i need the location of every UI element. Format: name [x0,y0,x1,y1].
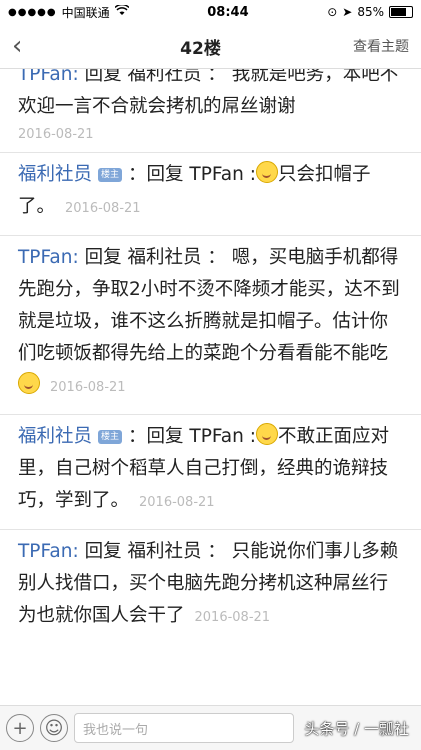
view-topic-button[interactable]: 查看主题 [329,36,409,56]
status-bar: ●●●●● 中国联通 08:44 ⊙ ➤ 85% [0,0,421,24]
smile-emoji-icon [18,372,40,394]
reply-item[interactable]: TPFan: 回复 福利社员 ： 我就是吧务，本吧不欢迎一言不合就会拷机的屌丝谢… [0,69,421,153]
reply-author[interactable]: TPFan: [18,69,79,85]
reply-author[interactable]: TPFan: [18,541,79,562]
status-time: 08:44 [207,4,249,20]
reply-date: 2016-08-21 [139,495,215,510]
emoji-button[interactable]: ☺ [40,714,68,742]
reply-item[interactable]: 福利社员 楼主 ：回复 TPFan : 不敢正面应对里，自己树个稻草人自己打倒，经典的… [0,415,421,530]
reply-date: 2016-08-21 [194,610,271,625]
smile-emoji-icon [256,161,278,183]
back-button[interactable]: ‹ [12,33,72,59]
reply-item[interactable]: TPFan: 回复 福利社员 ： 嗯，买电脑手机都得先跑分，争取2小时不烫不降频… [0,236,421,415]
wifi-icon [114,3,130,19]
reply-text: ：回复 TPFan : [128,164,256,185]
reply-text: ：回复 TPFan : [128,426,256,447]
reply-author[interactable]: 福利社员 [18,164,92,185]
op-badge: 楼主 [98,168,123,182]
reply-author[interactable]: 福利社员 [18,426,92,447]
reply-date: 2016-08-21 [65,201,141,216]
carrier-label: 中国联通 [61,5,110,20]
page-title: 42楼 [180,38,221,59]
orientation-lock-icon: ⊙ [327,5,338,19]
reply-date: 2016-08-21 [18,127,94,142]
op-badge: 楼主 [98,430,123,444]
reply-input[interactable]: 我也说一句 [74,713,294,743]
battery-fill [391,8,407,16]
location-icon: ➤ [342,5,353,19]
reply-date: 2016-08-21 [50,380,126,395]
add-attachment-button[interactable]: + [6,714,34,742]
smile-emoji-icon [256,423,278,445]
reply-item[interactable]: 福利社员 楼主 ：回复 TPFan : 只会扣帽子了。 2016-08-21 [0,153,421,236]
watermark-text: 头条号 / 一瓢社 [304,719,409,738]
reply-item[interactable]: TPFan: 回复 福利社员 ： 只能说你们事儿多赖别人找借口，买个电脑先跑分拷… [0,530,421,644]
nav-bar: ‹ 42楼 查看主题 [0,24,421,69]
reply-bar: + ☺ 我也说一句 头条号 / 一瓢社 [0,705,421,750]
reply-list[interactable]: TPFan: 回复 福利社员 ： 我就是吧务，本吧不欢迎一言不合就会拷机的屌丝谢… [0,69,421,706]
signal-dots: ●●●●● [8,6,57,18]
battery-percent: 85% [357,5,384,19]
battery-icon [389,6,413,18]
reply-author[interactable]: TPFan: [18,247,79,268]
